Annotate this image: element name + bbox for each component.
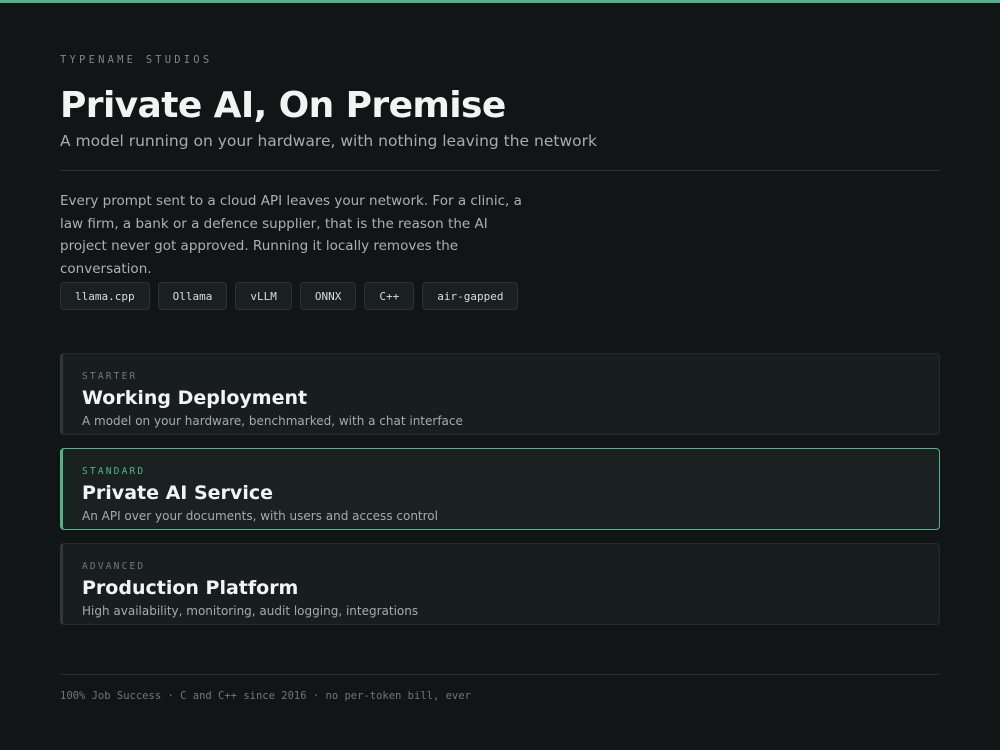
footer-note: 100% Job Success · C and C++ since 2016 … [60, 690, 471, 702]
tier-description: A model on your hardware, benchmarked, w… [82, 414, 463, 428]
tier-description: An API over your documents, with users a… [82, 509, 438, 523]
tier-label: ADVANCED [82, 561, 146, 572]
tier-description: High availability, monitoring, audit log… [82, 604, 419, 618]
tier-label: STANDARD [82, 466, 146, 477]
tech-tag-list: llama.cpp Ollama vLLM ONNX C++ air-gappe… [60, 282, 519, 310]
divider [60, 170, 940, 171]
tier-card-standard[interactable]: STANDARD Private AI Service An API over … [60, 448, 940, 530]
page-subtitle: A model running on your hardware, with n… [60, 132, 597, 150]
footer-divider [60, 674, 940, 675]
tier-label: STARTER [82, 371, 138, 382]
tier-title: Working Deployment [82, 387, 308, 409]
tier-title: Private AI Service [82, 482, 273, 504]
top-accent-bar [0, 0, 1000, 3]
tag-onnx: ONNX [299, 282, 357, 310]
intro-paragraph: Every prompt sent to a cloud API leaves … [60, 193, 522, 277]
tag-air-gapped: air-gapped [422, 282, 519, 310]
tag-llama-cpp: llama.cpp [60, 282, 150, 310]
page-title: Private AI, On Premise [60, 85, 506, 126]
tag-vllm: vLLM [235, 282, 292, 310]
tier-card-advanced[interactable]: ADVANCED Production Platform High availa… [60, 543, 940, 625]
studio-name: TYPENAME STUDIOS [60, 54, 213, 66]
tag-cpp: C++ [364, 282, 415, 310]
tier-title: Production Platform [82, 577, 299, 599]
tier-card-starter[interactable]: STARTER Working Deployment A model on yo… [60, 353, 940, 435]
tag-ollama: Ollama [157, 282, 228, 310]
